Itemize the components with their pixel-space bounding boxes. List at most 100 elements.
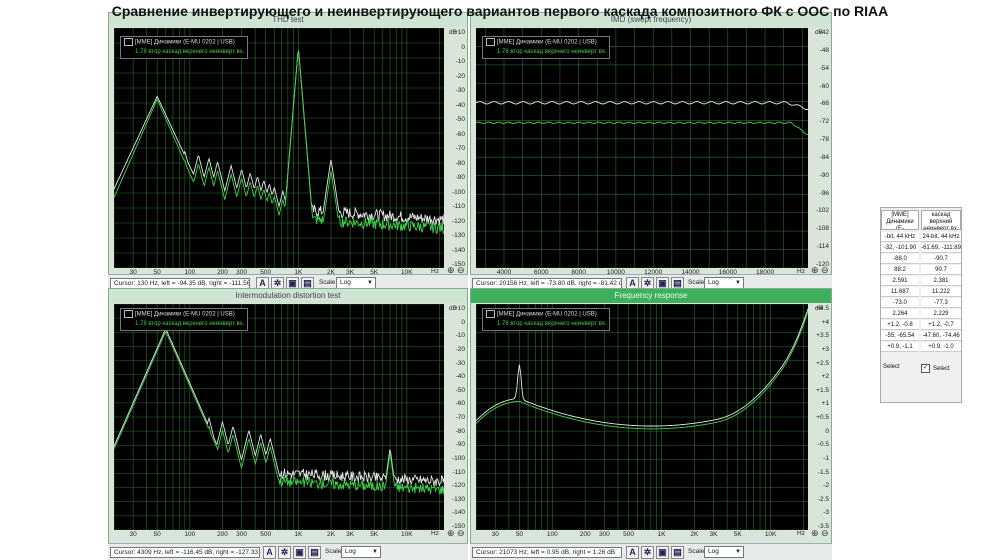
y-axis-labels: +10 0 -10 -20 -30 -40 -50 -60 -70 -80 -90 -100 -110 -… bbox=[445, 28, 465, 268]
x-tick-label: 10K bbox=[401, 531, 413, 538]
table-cell: +1.2, -0.8 bbox=[881, 320, 919, 330]
table-cell: -32, -101.90 bbox=[881, 243, 919, 253]
legend-toggle-icon[interactable] bbox=[486, 38, 495, 46]
x-tick-label: 3K bbox=[346, 531, 355, 538]
copy-icon[interactable]: ▣ bbox=[656, 546, 669, 559]
y-tick-label: -10 bbox=[455, 58, 465, 65]
x-tick-label: 300 bbox=[236, 531, 248, 538]
zoom-out-icon[interactable]: ⊖ bbox=[457, 528, 465, 539]
legend-device-label: [MME] Динамики (E-MU 0202 | USB) bbox=[497, 39, 597, 46]
legend-trace-label: 1.78 втор каскад верхнего неинверт вх. bbox=[135, 48, 245, 55]
scale-value: Log bbox=[708, 279, 719, 286]
y-tick-label: +2 bbox=[821, 373, 829, 381]
graph-legend: [MME] Динамики (E-MU 0202 | USB) 1.78 вт… bbox=[482, 36, 611, 59]
y-tick-label: -96 bbox=[819, 189, 829, 197]
chevron-down-icon: ▼ bbox=[372, 549, 378, 555]
zoom-in-icon[interactable]: ⊕ bbox=[811, 528, 819, 539]
table-cell: -88.0 bbox=[881, 254, 919, 264]
x-tick-label: 30 bbox=[491, 531, 499, 538]
y-tick-label: +4.5 bbox=[816, 305, 829, 312]
select-col1[interactable]: Select bbox=[883, 364, 900, 370]
freq-resp-plot-area[interactable]: [MME] Динамики (E-MU 0202 | USB) 1.78 вт… bbox=[476, 304, 808, 530]
y-tick-label: -10 bbox=[455, 332, 465, 340]
frequency-response-window[interactable]: Frequency response [MME] Динамики (E-MU … bbox=[470, 288, 832, 546]
select-col2[interactable]: ✓ Select bbox=[921, 364, 950, 373]
y-tick-label: 0 bbox=[461, 43, 465, 51]
y-tick-label: -50 bbox=[455, 116, 465, 123]
chevron-down-icon: ▼ bbox=[367, 280, 373, 286]
y-axis-labels: -42 -48 -54 -60 -66 -72 -78 -84 -90 -96 -102 -108 -1… bbox=[809, 28, 829, 268]
y-tick-label: -90 bbox=[455, 441, 465, 449]
x-tick-label: 300 bbox=[598, 531, 610, 538]
copy-icon[interactable]: ▣ bbox=[293, 546, 306, 559]
thd-test-window[interactable]: THD test [MME] Динамики (E-MU 0202 | USB… bbox=[108, 12, 468, 288]
imd-swept-window[interactable]: IMD (swept frequency) [MME] Динамики (E-… bbox=[470, 12, 832, 288]
zoom-out-icon[interactable]: ⊖ bbox=[821, 528, 829, 539]
y-tick-label: -40 bbox=[455, 373, 465, 381]
y-tick-label: -100 bbox=[451, 454, 465, 462]
table-cell: 2.381 bbox=[921, 276, 961, 286]
save-icon[interactable]: ▤ bbox=[308, 546, 321, 559]
table-cell: 2.264 bbox=[881, 309, 919, 319]
graph-legend: [MME] Динамики (E-MU 0202 | USB) 1.78 вт… bbox=[120, 36, 249, 59]
y-axis-labels: +4.5 +4 +3.5 +3 +2.5 +2 +1.5 +1 +0.5 0 -0.5 -1 -1.5 -… bbox=[809, 304, 829, 530]
y-tick-label: -130 bbox=[451, 232, 465, 239]
select-label: Select bbox=[883, 364, 900, 370]
settings-icon[interactable]: ✲ bbox=[641, 546, 654, 559]
imd-swept-plot-area[interactable]: [MME] Динамики (E-MU 0202 | USB) 1.78 вт… bbox=[476, 28, 808, 268]
scale-select[interactable]: Log ▼ bbox=[704, 546, 744, 558]
thd-plot-area[interactable]: [MME] Динамики (E-MU 0202 | USB) 1.78 вт… bbox=[114, 28, 444, 268]
legend-toggle-icon[interactable] bbox=[124, 310, 133, 318]
y-tick-label: -60 bbox=[455, 130, 465, 138]
trace-white bbox=[114, 327, 444, 487]
y-tick-label: -40 bbox=[455, 101, 465, 109]
legend-toggle-icon[interactable] bbox=[124, 38, 133, 46]
table-cell: -90.7 bbox=[921, 254, 961, 264]
trace-green bbox=[476, 121, 808, 136]
imd-test-window[interactable]: Intermodulation distortion test [MME] Ди… bbox=[108, 288, 468, 546]
x-tick-label: 2K bbox=[690, 531, 699, 538]
table-header-col1: [MME] Динамики (E- bbox=[881, 210, 919, 230]
trace-white bbox=[114, 50, 444, 225]
window-title: Intermodulation distortion test bbox=[109, 289, 467, 303]
x-tick-label: 50 bbox=[515, 531, 524, 538]
x-tick-label: 30 bbox=[129, 531, 137, 538]
text-tool-icon[interactable]: A bbox=[626, 546, 639, 559]
imd-test-statusbar: Cursor: 4309 Hz, left = -116.45 dB, righ… bbox=[108, 543, 468, 560]
scale-select[interactable]: Log ▼ bbox=[341, 546, 381, 558]
legend-trace-label: 1.78 втор каскад верхнего неинверт вх. bbox=[135, 320, 245, 327]
y-tick-label: -66 bbox=[819, 100, 829, 108]
x-unit: Hz bbox=[797, 530, 805, 537]
y-tick-label: -72 bbox=[819, 118, 829, 126]
legend-toggle-icon[interactable] bbox=[486, 310, 495, 318]
text-tool-icon[interactable]: A bbox=[263, 546, 276, 559]
scale-label: Scale bbox=[325, 548, 342, 555]
checkbox-checked-icon[interactable]: ✓ bbox=[921, 364, 930, 373]
settings-icon[interactable]: ✲ bbox=[278, 546, 291, 559]
y-tick-label: -1.5 bbox=[817, 468, 829, 476]
scale-label: Scale bbox=[688, 548, 705, 555]
frequency-response-graph bbox=[476, 304, 808, 530]
y-tick-label: -20 bbox=[455, 72, 465, 80]
y-tick-label: -120 bbox=[451, 217, 465, 225]
legend-device-label: [MME] Динамики (E-MU 0202 | USB) bbox=[135, 311, 235, 318]
table-cell: 11.687 bbox=[881, 287, 919, 297]
graph-legend: [MME] Динамики (E-MU 0202 | USB) 1.78 вт… bbox=[482, 308, 611, 331]
y-tick-label: +3.5 bbox=[816, 332, 829, 340]
y-tick-label: -78 bbox=[819, 136, 829, 144]
table-cell: 11.222 bbox=[921, 287, 961, 297]
table-cell: -bit, 44 kHz bbox=[881, 232, 919, 242]
y-tick-label: -110 bbox=[452, 468, 465, 476]
x-tick-label: 50 bbox=[153, 531, 161, 538]
zoom-in-icon[interactable]: ⊕ bbox=[447, 528, 455, 539]
y-tick-label: -54 bbox=[819, 64, 829, 72]
imd-test-plot-area[interactable]: [MME] Динамики (E-MU 0202 | USB) 1.78 вт… bbox=[114, 304, 444, 530]
y-tick-label: -110 bbox=[452, 203, 465, 210]
y-tick-label: -90 bbox=[819, 171, 829, 179]
y-tick-label: -20 bbox=[455, 345, 465, 353]
table-cell: +0.9, -1.0 bbox=[921, 342, 961, 352]
y-tick-label: +2.5 bbox=[816, 359, 829, 367]
trace-white bbox=[476, 101, 808, 110]
save-icon[interactable]: ▤ bbox=[671, 546, 684, 559]
table-cell: 2.591 bbox=[881, 276, 919, 286]
